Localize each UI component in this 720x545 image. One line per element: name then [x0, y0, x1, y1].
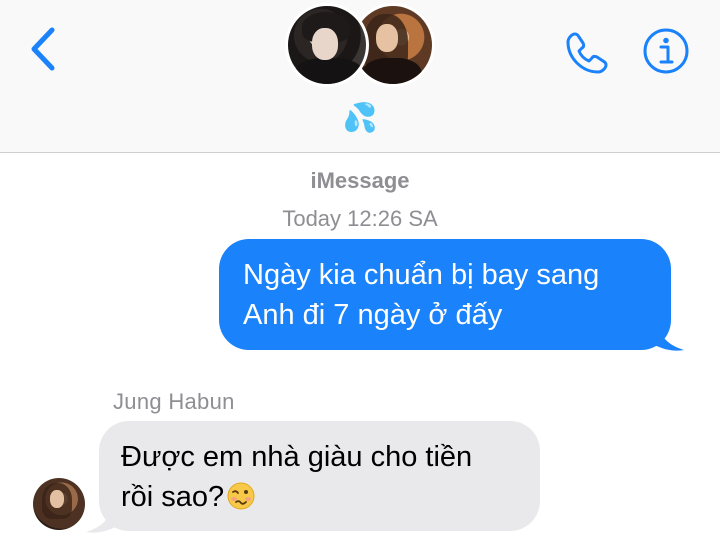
group-avatars[interactable]	[285, 3, 435, 93]
woozy-face-emoji-icon	[227, 482, 255, 510]
avatar	[285, 3, 369, 87]
avatar[interactable]	[33, 478, 85, 530]
sent-message-bubble[interactable]: Ngày kia chuẩn bị bay sang Anh đi 7 ngày…	[219, 239, 671, 350]
sender-name: Jung Habun	[113, 389, 235, 414]
group-name[interactable]: 💦	[340, 101, 380, 135]
info-button[interactable]	[642, 27, 690, 75]
received-message-bubble[interactable]: Được em nhà giàu cho tiền rồi sao?	[99, 421, 540, 531]
chevron-left-icon	[31, 27, 55, 71]
message-text: Được em nhà giàu cho tiền	[121, 441, 473, 473]
info-icon	[643, 28, 689, 74]
message-text: Ngày kia chuẩn bị bay sang	[243, 259, 600, 291]
message-text: rồi sao?	[121, 481, 225, 513]
service-label: iMessage	[310, 168, 410, 193]
phone-icon	[566, 32, 608, 74]
back-button[interactable]	[26, 24, 62, 74]
message-text-line: rồi sao?	[121, 477, 518, 517]
message-timestamp: Today 12:26 SA	[282, 206, 438, 231]
conversation-header: 💦	[0, 0, 720, 153]
call-button[interactable]	[562, 28, 612, 78]
message-text: Anh đi 7 ngày ở đấy	[243, 299, 503, 331]
